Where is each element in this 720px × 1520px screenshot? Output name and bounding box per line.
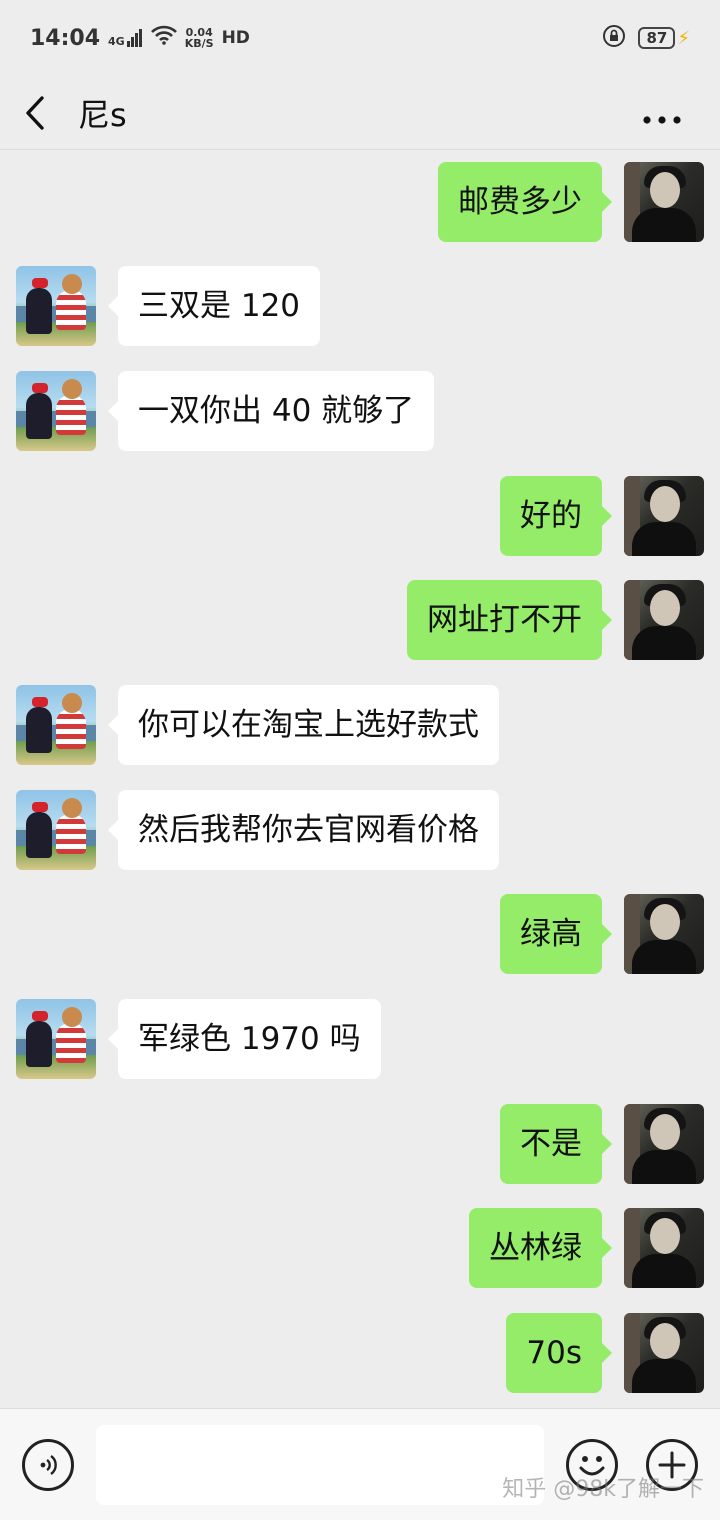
status-right: 87 ⚡ bbox=[602, 24, 690, 52]
status-bar: 14:04 4G 0.04 KB/S HD 87 ⚡ bbox=[0, 0, 720, 76]
avatar-self[interactable] bbox=[624, 162, 704, 242]
avatar-self[interactable] bbox=[624, 1104, 704, 1184]
message-input[interactable] bbox=[96, 1425, 544, 1505]
wifi-icon bbox=[150, 25, 177, 51]
message-item: 好的 bbox=[500, 476, 704, 556]
avatar-self[interactable] bbox=[624, 580, 704, 660]
avatar-self[interactable] bbox=[624, 476, 704, 556]
message-bubble-received[interactable]: 三双是 120 bbox=[107, 266, 321, 346]
network-type: 4G bbox=[108, 35, 125, 48]
avatar-self[interactable] bbox=[624, 894, 704, 974]
message-item: 邮费多少 bbox=[438, 162, 704, 242]
speed-unit: KB/S bbox=[184, 37, 214, 50]
message-bubble-received[interactable]: 你可以在淘宝上选好款式 bbox=[108, 685, 499, 765]
back-arrow-icon bbox=[26, 95, 44, 130]
message-bubble-sent[interactable]: 网址打不开 bbox=[407, 580, 612, 660]
message-bubble-sent[interactable]: 不是 bbox=[500, 1104, 612, 1184]
message-item: 然后我帮你去官网看价格 bbox=[16, 790, 499, 870]
message-bubble-received[interactable]: 军绿色 1970 吗 bbox=[108, 999, 381, 1079]
message-item: 70s bbox=[506, 1313, 704, 1393]
hd-badge: HD bbox=[221, 28, 250, 48]
message-bubble-sent[interactable]: 邮费多少 bbox=[438, 162, 612, 242]
avatar-self[interactable] bbox=[624, 1313, 704, 1393]
avatar-contact[interactable] bbox=[16, 790, 96, 870]
avatar-contact[interactable] bbox=[16, 266, 96, 346]
network-speed: 0.04 KB/S bbox=[185, 27, 214, 49]
avatar-contact[interactable] bbox=[16, 371, 96, 451]
status-time: 14:04 bbox=[30, 25, 101, 51]
message-list[interactable]: 邮费多少 三双是 120 一双你出 40 就够了 好的 网址打不开 你可以在淘宝… bbox=[0, 150, 720, 1408]
avatar-contact[interactable] bbox=[16, 999, 96, 1079]
chat-header: 尼s bbox=[0, 76, 720, 150]
input-bar: 知乎 @98k了解一下 bbox=[0, 1408, 720, 1520]
battery-level: 87 bbox=[638, 27, 676, 49]
message-item: 三双是 120 bbox=[16, 266, 321, 346]
avatar-contact[interactable] bbox=[16, 685, 96, 765]
message-item: 你可以在淘宝上选好款式 bbox=[16, 685, 499, 765]
lock-icon bbox=[602, 24, 626, 52]
more-dots-icon bbox=[643, 116, 681, 124]
status-left: 14:04 4G 0.04 KB/S HD bbox=[30, 25, 250, 51]
avatar-self[interactable] bbox=[624, 1208, 704, 1288]
battery-indicator: 87 ⚡ bbox=[638, 27, 690, 49]
message-item: 军绿色 1970 吗 bbox=[16, 999, 381, 1079]
message-bubble-sent[interactable]: 绿高 bbox=[500, 894, 612, 974]
message-item: 网址打不开 bbox=[407, 580, 704, 660]
back-button[interactable] bbox=[0, 95, 70, 131]
charging-icon: ⚡ bbox=[677, 27, 690, 49]
message-item: 丛林绿 bbox=[469, 1208, 704, 1288]
message-bubble-received[interactable]: 然后我帮你去官网看价格 bbox=[108, 790, 499, 870]
voice-button[interactable] bbox=[22, 1439, 74, 1491]
signal-icon: 4G bbox=[108, 29, 143, 47]
message-bubble-received[interactable]: 一双你出 40 就够了 bbox=[107, 371, 435, 451]
message-item: 绿高 bbox=[500, 894, 704, 974]
message-bubble-sent[interactable]: 丛林绿 bbox=[469, 1208, 612, 1288]
more-button[interactable] bbox=[642, 94, 682, 134]
chat-title: 尼s bbox=[78, 95, 127, 134]
message-bubble-sent[interactable]: 70s bbox=[506, 1313, 612, 1393]
voice-icon bbox=[40, 1455, 57, 1475]
watermark: 知乎 @98k了解一下 bbox=[502, 1477, 704, 1502]
message-bubble-sent[interactable]: 好的 bbox=[500, 476, 612, 556]
message-item: 一双你出 40 就够了 bbox=[16, 371, 435, 451]
message-item: 不是 bbox=[500, 1104, 704, 1184]
